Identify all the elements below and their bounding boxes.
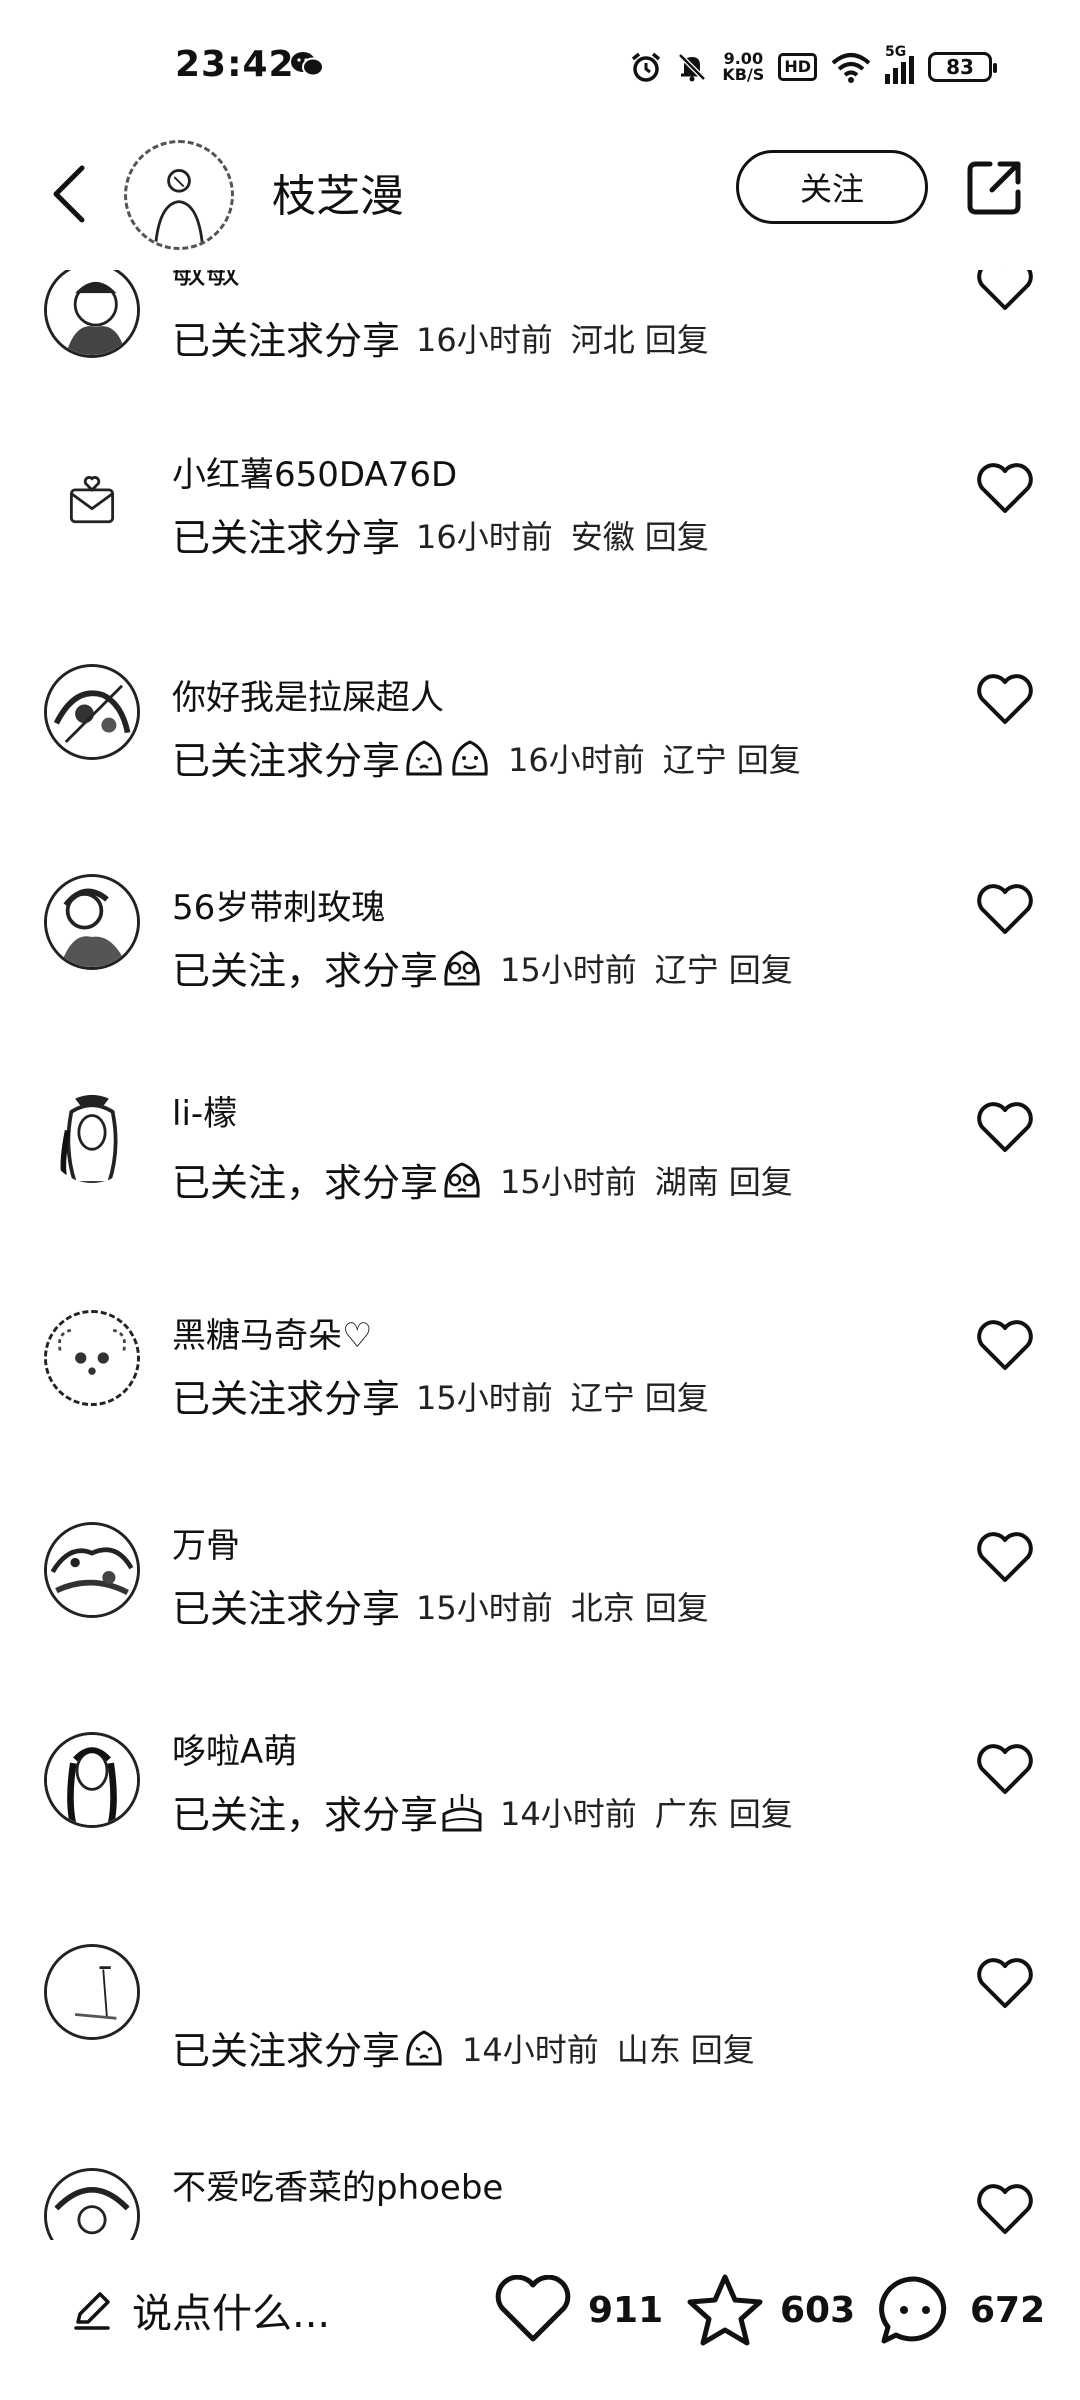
comment-item[interactable]: 已关注求分享 14小时前 山东 回复: [0, 1944, 1080, 2144]
commenter-avatar[interactable]: [44, 1944, 140, 2040]
comment-item[interactable]: 你好我是拉屎超人 已关注求分享 16小时前 辽宁 回复: [0, 664, 1080, 864]
sad-face-emoji-icon: [406, 739, 442, 775]
commenter-avatar[interactable]: [44, 1310, 140, 1406]
commenter-avatar[interactable]: [44, 262, 140, 358]
commenter-name[interactable]: 哆啦A萌: [172, 1724, 297, 1773]
comment-text: 已关注，求分享: [172, 949, 439, 993]
commenter-avatar[interactable]: [44, 1732, 140, 1828]
commenter-name[interactable]: 万骨: [172, 1518, 240, 1567]
comment-count: 672: [970, 2289, 1046, 2331]
reply-button[interactable]: 回复: [729, 1789, 793, 1835]
chevron-left-icon: [53, 165, 85, 223]
bottom-bar: 说点什么... 911 603 672: [0, 2240, 1080, 2400]
comment-button[interactable]: 672: [876, 2274, 1045, 2346]
commenter-name[interactable]: li-檬: [172, 1086, 237, 1135]
commenter-name[interactable]: 黑糖马奇朵♡: [172, 1308, 372, 1357]
commenter-avatar[interactable]: [44, 455, 140, 551]
commenter-avatar[interactable]: [44, 664, 140, 760]
follow-button[interactable]: 关注: [736, 150, 928, 224]
comment-time: 15小时前: [416, 1378, 553, 1417]
share-icon[interactable]: [962, 156, 1026, 220]
heart-icon: [495, 2275, 571, 2342]
comment-list[interactable]: 敏敏 已关注求分享 16小时前 河北 回复 小红薯650DA76D 已关注求分享…: [0, 0, 1080, 2400]
comment-location: 安徽: [570, 517, 635, 556]
comment-text: 已关注，求分享: [172, 1793, 439, 1837]
like-count: 911: [588, 2289, 664, 2331]
comment-location: 河北: [570, 320, 635, 359]
heart-icon[interactable]: [976, 2184, 1034, 2236]
comment-text: 已关注求分享: [172, 2029, 401, 2073]
comment-time: 16小时前: [416, 517, 553, 556]
comment-location: 辽宁: [654, 950, 719, 989]
comment-bubble-icon: [879, 2276, 947, 2344]
heart-icon[interactable]: [976, 884, 1034, 936]
comment-item[interactable]: 黑糖马奇朵♡ 已关注求分享 15小时前 辽宁 回复: [0, 1310, 1080, 1510]
favorite-count: 603: [780, 2289, 856, 2331]
cake-emoji-icon: [442, 1793, 482, 1831]
smile-face-emoji-icon: [452, 739, 488, 775]
commenter-avatar[interactable]: [44, 874, 140, 970]
reply-button[interactable]: 回复: [645, 1373, 709, 1419]
comment-time: 14小时前: [500, 1794, 637, 1833]
note-header: 枝芝漫 关注: [0, 130, 1080, 270]
comment-time: 15小时前: [500, 1162, 637, 1201]
sad-face-emoji-icon: [406, 2029, 442, 2065]
comment-location: 广东: [654, 1794, 719, 1833]
heart-icon[interactable]: [976, 1532, 1034, 1584]
comment-time: 14小时前: [462, 2030, 599, 2069]
reply-button[interactable]: 回复: [729, 1157, 793, 1203]
heart-icon[interactable]: [976, 1102, 1034, 1154]
comment-time: 15小时前: [416, 1588, 553, 1627]
comment-time: 16小时前: [416, 320, 553, 359]
comment-item[interactable]: 万骨 已关注求分享 15小时前 北京 回复: [0, 1522, 1080, 1722]
comment-location: 湖南: [654, 1162, 719, 1201]
back-button[interactable]: [38, 154, 98, 234]
heart-icon[interactable]: [976, 674, 1034, 726]
heart-icon[interactable]: [976, 1744, 1034, 1796]
reply-button[interactable]: 回复: [645, 512, 709, 558]
author-name[interactable]: 枝芝漫: [272, 160, 404, 224]
comment-item[interactable]: 56岁带刺玫瑰 已关注，求分享 15小时前 辽宁 回复: [0, 874, 1080, 1074]
author-avatar[interactable]: [124, 140, 234, 250]
reply-button[interactable]: 回复: [645, 315, 709, 361]
comment-item[interactable]: 敏敏 已关注求分享 16小时前 河北 回复: [0, 252, 1080, 462]
comment-location: 北京: [570, 1588, 635, 1627]
commenter-name[interactable]: 不爱吃香菜的phoebe: [172, 2160, 503, 2209]
comment-location: 辽宁: [662, 740, 727, 779]
favorite-button[interactable]: 603: [686, 2274, 855, 2346]
pencil-icon: [74, 2292, 110, 2330]
comment-item[interactable]: 小红薯650DA76D 已关注求分享 16小时前 安徽 回复: [0, 455, 1080, 655]
comment-text: 已关注求分享: [172, 1377, 401, 1421]
comment-text: 已关注求分享: [172, 739, 401, 783]
comment-time: 15小时前: [500, 950, 637, 989]
comment-text: 已关注，求分享: [172, 1161, 439, 1205]
reply-button[interactable]: 回复: [645, 1583, 709, 1629]
comment-text: 已关注求分享: [172, 1587, 401, 1631]
commenter-avatar[interactable]: [44, 1522, 140, 1618]
heart-icon[interactable]: [976, 463, 1034, 515]
comment-item[interactable]: 哆啦A萌 已关注，求分享 14小时前 广东 回复: [0, 1732, 1080, 1932]
heart-icon[interactable]: [976, 1320, 1034, 1372]
comment-location: 辽宁: [570, 1378, 635, 1417]
comment-time: 16小时前: [508, 740, 645, 779]
like-button[interactable]: 911: [494, 2274, 663, 2346]
reply-button[interactable]: 回复: [737, 735, 801, 781]
heart-icon[interactable]: [976, 1958, 1034, 2010]
comment-location: 山东: [616, 2030, 681, 2069]
star-icon: [687, 2274, 763, 2346]
pleading-face-emoji-icon: [444, 1161, 480, 1197]
reply-button[interactable]: 回复: [729, 945, 793, 991]
comment-text: 已关注求分享: [172, 516, 401, 560]
comment-input-placeholder[interactable]: 说点什么...: [132, 2281, 330, 2339]
comment-input[interactable]: 说点什么...: [70, 2278, 330, 2342]
comment-item[interactable]: li-檬 已关注，求分享 15小时前 湖南 回复: [0, 1090, 1080, 1290]
pleading-face-emoji-icon: [444, 949, 480, 985]
commenter-name[interactable]: 你好我是拉屎超人: [172, 670, 444, 719]
comment-text: 已关注求分享: [172, 319, 401, 363]
reply-button[interactable]: 回复: [691, 2025, 755, 2071]
commenter-avatar[interactable]: [44, 1090, 140, 1186]
commenter-name[interactable]: 小红薯650DA76D: [172, 447, 457, 496]
commenter-name[interactable]: 56岁带刺玫瑰: [172, 880, 385, 929]
